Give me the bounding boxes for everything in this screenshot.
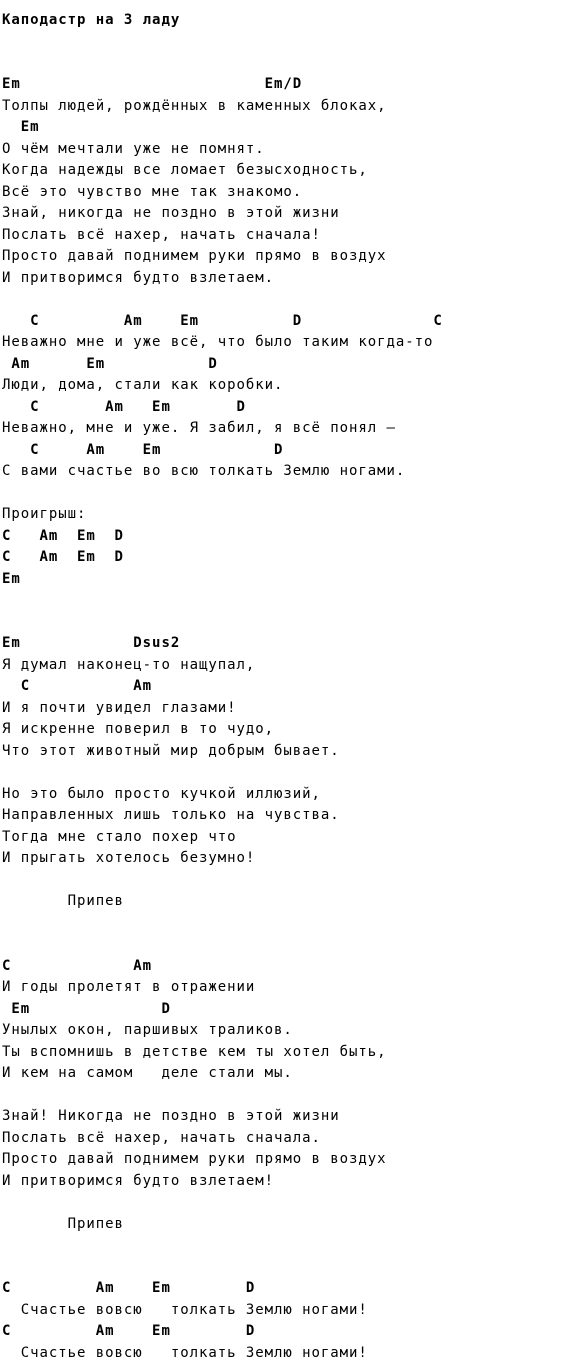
lyric-line: Счастье вовсю толкать Землю ногами!: [2, 1300, 568, 1322]
chord-line: Em: [2, 117, 568, 139]
blank-line: [2, 483, 568, 505]
lyric-line: Послать всё нахер, начать сначала!: [2, 225, 568, 247]
section-label: Припев: [2, 1214, 568, 1236]
blank-line: [2, 1192, 568, 1214]
lyric-line: С вами счастье во всю толкать Землю нога…: [2, 461, 568, 483]
chord-sheet: Каподастр на 3 ладу Em Em/DТолпы людей, …: [0, 0, 568, 1364]
chord-line: C Am Em D: [2, 1321, 568, 1343]
blank-line: [2, 870, 568, 892]
chord-line: Em: [2, 569, 568, 591]
lyric-line: Я искренне поверил в то чудо,: [2, 719, 568, 741]
lyric-line: Просто давай поднимем руки прямо в возду…: [2, 1149, 568, 1171]
lyric-line: Просто давай поднимем руки прямо в возду…: [2, 246, 568, 268]
chord-line: C Am Em D: [2, 397, 568, 419]
lyric-line: И притворимся будто взлетаем!: [2, 1171, 568, 1193]
blank-line: [2, 1235, 568, 1257]
lyric-line: Ты вспомнишь в детстве кем ты хотел быть…: [2, 1042, 568, 1064]
lyric-line: О чём мечтали уже не помнят.: [2, 139, 568, 161]
lyric-line: Послать всё нахер, начать сначала.: [2, 1128, 568, 1150]
lyric-line: Люди, дома, стали как коробки.: [2, 375, 568, 397]
lyric-line: Направленных лишь только на чувства.: [2, 805, 568, 827]
blank-line: [2, 913, 568, 935]
lyric-line: Что этот животный мир добрым бывает.: [2, 741, 568, 763]
lyric-line: Унылых окон, паршивых траликов.: [2, 1020, 568, 1042]
blank-line: [2, 590, 568, 612]
lyric-line: Счастье вовсю толкать Землю ногами!: [2, 1343, 568, 1364]
chord-line: Em D: [2, 999, 568, 1021]
lyric-line: Тогда мне стало похер что: [2, 827, 568, 849]
chord-line: C Am: [2, 956, 568, 978]
lyric-line: Неважно, мне и уже. Я забил, я всё понял…: [2, 418, 568, 440]
section-label: Проигрыш:: [2, 504, 568, 526]
chord-line: Am Em D: [2, 354, 568, 376]
blank-line: [2, 53, 568, 75]
lyric-line: Знай! Никогда не поздно в этой жизни: [2, 1106, 568, 1128]
chord-line: C Am Em D: [2, 1278, 568, 1300]
blank-line: [2, 289, 568, 311]
lyric-line: И кем на самом деле стали мы.: [2, 1063, 568, 1085]
lyric-line: И прыгать хотелось безумно!: [2, 848, 568, 870]
chord-sheet-body: Em Em/DТолпы людей, рождённых в каменных…: [2, 53, 568, 1364]
page-title: Каподастр на 3 ладу: [2, 10, 568, 32]
lyric-line: Когда надежды все ломает безысходность,: [2, 160, 568, 182]
lyric-line: И притворимся будто взлетаем.: [2, 268, 568, 290]
chord-line: Em Em/D: [2, 74, 568, 96]
chord-line: C Am Em D: [2, 547, 568, 569]
lyric-line: И я почти увидел глазами!: [2, 698, 568, 720]
blank-line: [2, 934, 568, 956]
chord-line: C Am Em D: [2, 440, 568, 462]
lyric-line: Толпы людей, рождённых в каменных блоках…: [2, 96, 568, 118]
lyric-line: И годы пролетят в отражении: [2, 977, 568, 999]
blank-line: [2, 762, 568, 784]
lyric-line: Всё это чувство мне так знакомо.: [2, 182, 568, 204]
chord-line: Em Dsus2: [2, 633, 568, 655]
lyric-line: Неважно мне и уже всё, что было таким ко…: [2, 332, 568, 354]
lyric-line: Но это было просто кучкой иллюзий,: [2, 784, 568, 806]
chord-line: C Am: [2, 676, 568, 698]
lyric-line: Я думал наконец-то нащупал,: [2, 655, 568, 677]
chord-line: C Am Em D: [2, 526, 568, 548]
chord-line: C Am Em D C: [2, 311, 568, 333]
section-label: Припев: [2, 891, 568, 913]
blank-line: [2, 1257, 568, 1279]
blank-line: [2, 1085, 568, 1107]
lyric-line: Знай, никогда не поздно в этой жизни: [2, 203, 568, 225]
blank-line: [2, 612, 568, 634]
